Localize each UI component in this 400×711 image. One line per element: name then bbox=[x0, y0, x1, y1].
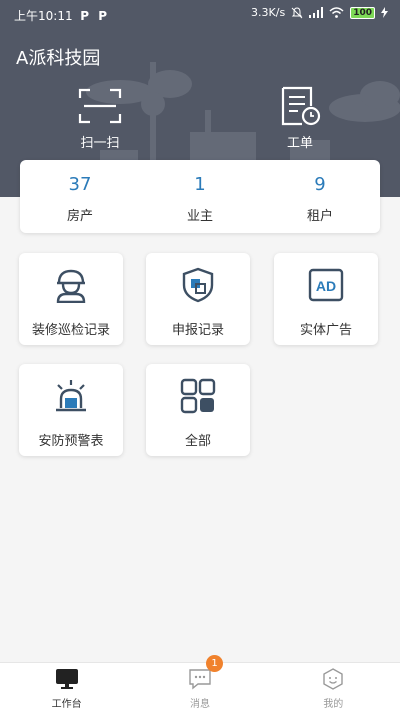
tile-declaration-records-label: 申报记录 bbox=[171, 323, 224, 338]
tile-physical-ads[interactable]: AD 实体广告 bbox=[274, 253, 378, 345]
message-count-badge: 1 bbox=[206, 655, 223, 672]
tile-security-alerts[interactable]: 安防预警表 bbox=[19, 364, 123, 456]
inspector-icon bbox=[56, 269, 86, 303]
stat-tenant[interactable]: 9 租户 bbox=[260, 160, 380, 233]
tile-security-alerts-label: 安防预警表 bbox=[38, 434, 104, 449]
tile-renovation-inspection[interactable]: 装修巡检记录 bbox=[19, 253, 123, 345]
tab-workbench[interactable]: 工作台 bbox=[0, 663, 133, 711]
scan-button[interactable]: 扫一扫 bbox=[70, 86, 130, 151]
monitor-icon bbox=[55, 669, 78, 689]
status-time: 上午10:11 bbox=[14, 9, 73, 23]
message-icon bbox=[189, 669, 211, 690]
grid-icon bbox=[180, 378, 216, 414]
tab-profile[interactable]: 我的 bbox=[267, 663, 400, 711]
signal-icon bbox=[309, 7, 324, 18]
status-bar: 上午10:11 P P 3.3K/s 100 bbox=[0, 0, 400, 28]
stat-tenant-value: 9 bbox=[314, 174, 326, 195]
work-order-icon bbox=[281, 86, 321, 126]
network-speed: 3.3K/s bbox=[251, 6, 286, 19]
stat-property-label: 房产 bbox=[66, 209, 93, 224]
tab-messages-label: 消息 bbox=[189, 699, 210, 710]
profile-icon bbox=[323, 668, 344, 690]
tile-renovation-inspection-label: 装修巡检记录 bbox=[31, 323, 110, 338]
charging-icon bbox=[381, 7, 388, 18]
park-title[interactable]: A派科技园 bbox=[16, 44, 100, 70]
bottom-tab-bar: 工作台 消息 我的 1 bbox=[0, 655, 400, 711]
tab-messages[interactable]: 消息 bbox=[133, 663, 266, 711]
stats-card: 37 房产 1 业主 9 租户 bbox=[20, 160, 380, 233]
alarm-light-icon bbox=[56, 380, 86, 412]
tile-all[interactable]: 全部 bbox=[146, 364, 250, 456]
tab-profile-label: 我的 bbox=[323, 699, 344, 710]
svg-text:AD: AD bbox=[316, 278, 336, 294]
mute-icon bbox=[291, 6, 303, 18]
stat-property[interactable]: 37 房产 bbox=[20, 160, 140, 233]
stat-owner-value: 1 bbox=[194, 174, 206, 195]
stat-owner[interactable]: 1 业主 bbox=[140, 160, 260, 233]
battery-icon: 100 bbox=[350, 6, 375, 19]
stat-tenant-label: 租户 bbox=[306, 209, 333, 224]
scan-label: 扫一扫 bbox=[80, 136, 120, 151]
scan-icon bbox=[78, 88, 122, 124]
wifi-icon bbox=[329, 7, 344, 18]
ad-icon: AD bbox=[308, 268, 344, 302]
work-order-button[interactable]: 工单 bbox=[270, 86, 330, 151]
parking-app-icon-2: P bbox=[98, 8, 107, 23]
work-order-label: 工单 bbox=[286, 136, 313, 151]
tab-workbench-label: 工作台 bbox=[51, 699, 82, 710]
tile-all-label: 全部 bbox=[184, 434, 211, 449]
stat-property-value: 37 bbox=[68, 174, 92, 195]
tile-declaration-records[interactable]: 申报记录 bbox=[146, 253, 250, 345]
parking-app-icon: P bbox=[80, 8, 89, 23]
tile-physical-ads-label: 实体广告 bbox=[299, 323, 352, 338]
stat-owner-label: 业主 bbox=[186, 209, 213, 224]
shield-icon bbox=[182, 267, 214, 303]
